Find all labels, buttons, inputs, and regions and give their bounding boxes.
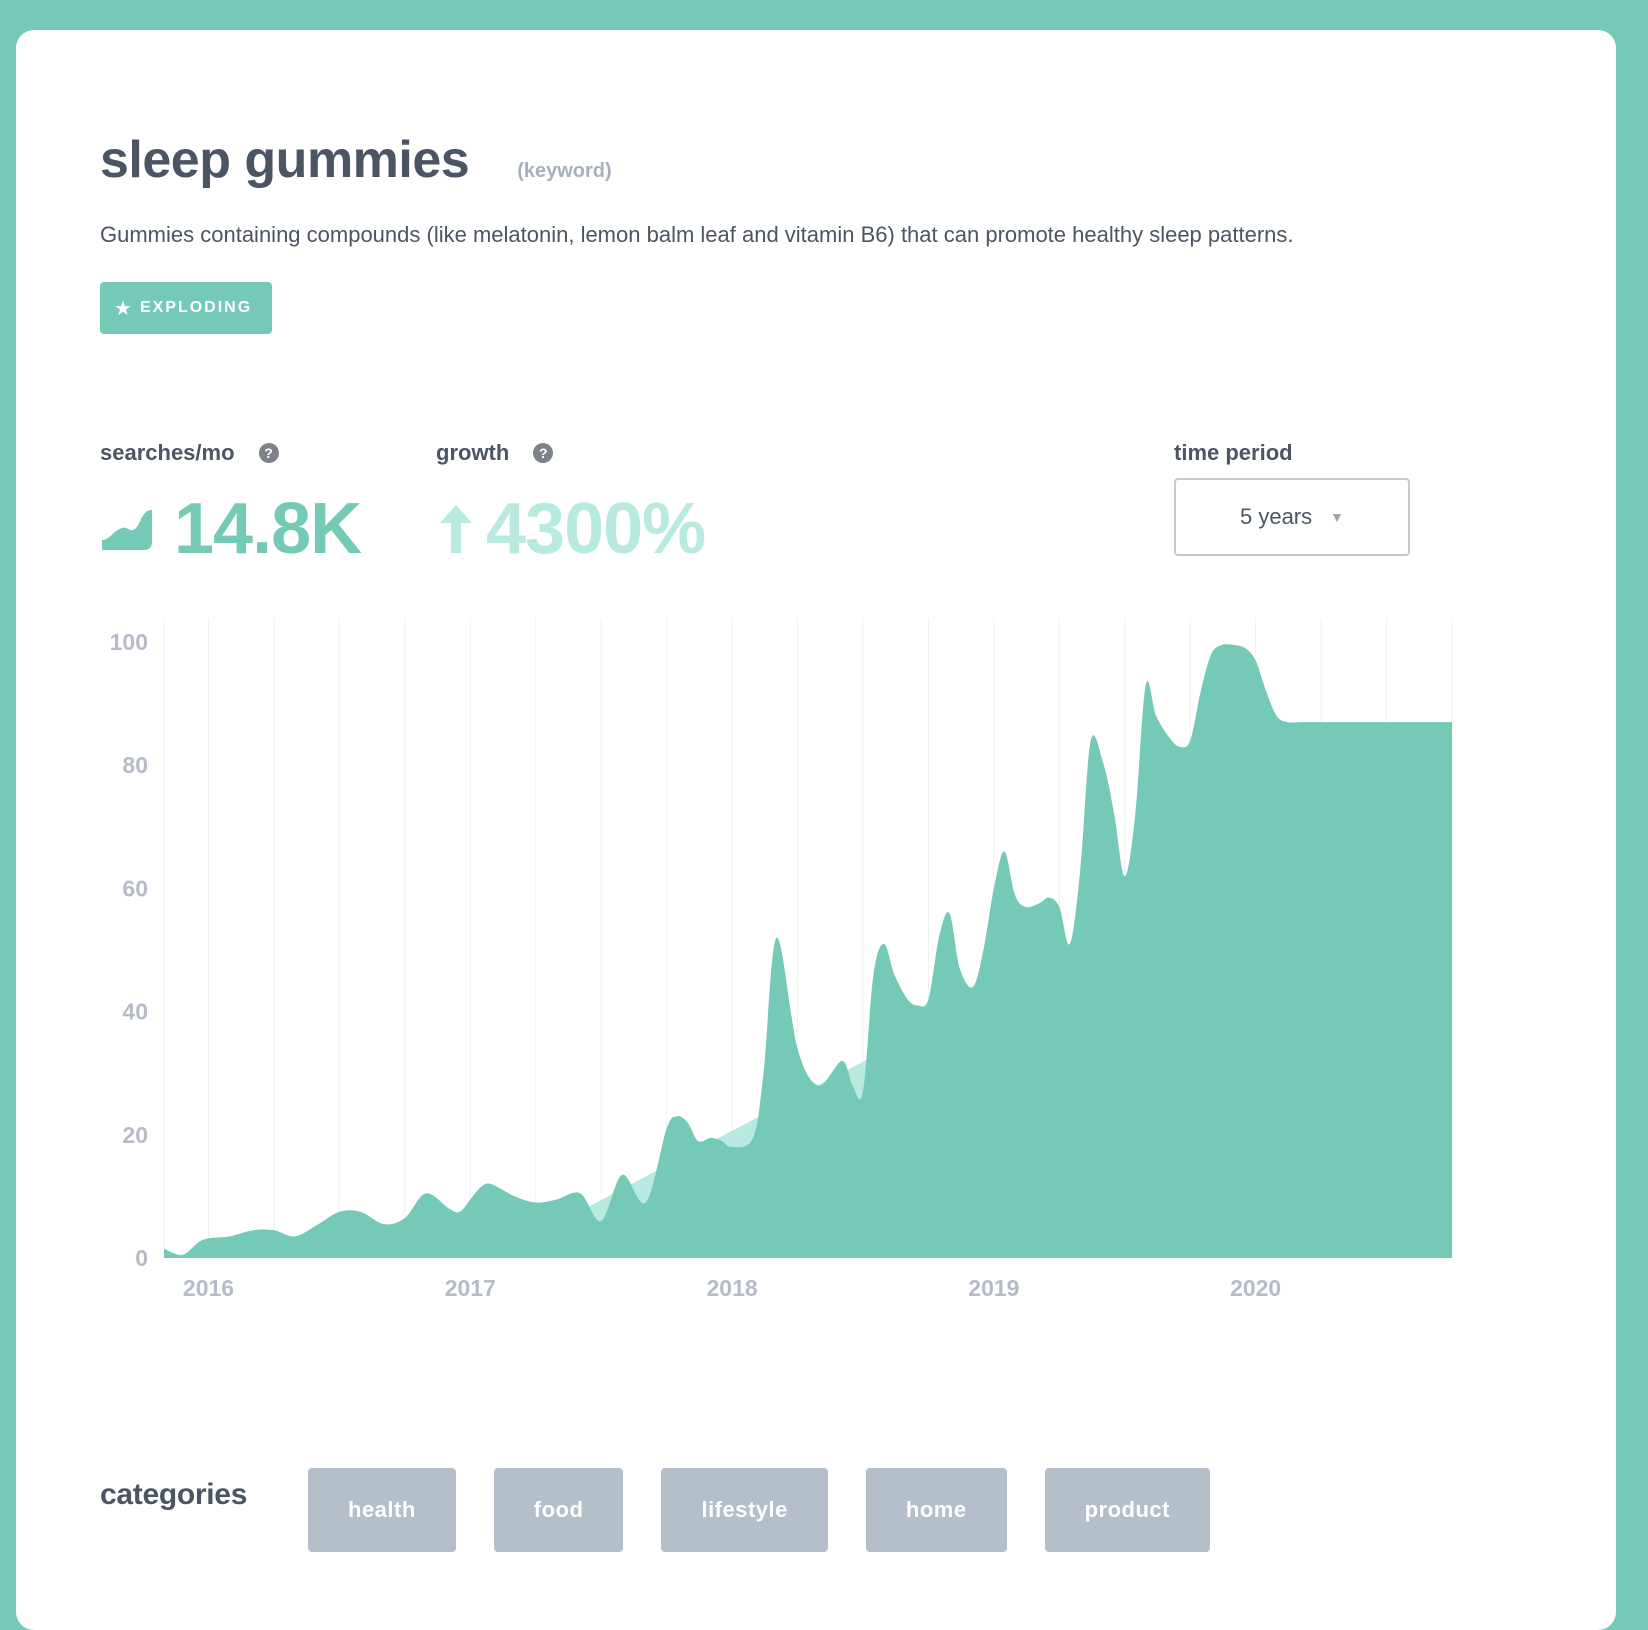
category-tag[interactable]: health [308, 1468, 456, 1552]
x-tick-label: 2017 [445, 1275, 496, 1301]
y-tick-label: 100 [110, 629, 148, 655]
category-tag[interactable]: food [493, 1468, 624, 1552]
x-tick-label: 2016 [183, 1275, 234, 1301]
trend-card: sleep gummies (keyword) Gummies containi… [16, 30, 1616, 1630]
search-volume-chart: 0 20 40 60 80 100 2016 2017 2018 2019 2020 [110, 618, 1453, 1301]
series-area [164, 644, 1452, 1258]
categories-label: categories [100, 1478, 248, 1511]
x-tick-label: 2020 [1230, 1275, 1281, 1301]
category-tag[interactable]: product [1044, 1468, 1210, 1552]
y-tick-label: 40 [122, 999, 148, 1025]
y-tick-label: 80 [122, 752, 148, 778]
y-tick-label: 20 [122, 1122, 148, 1148]
category-tags: health food lifestyle home product [308, 1468, 1210, 1552]
x-tick-label: 2018 [706, 1275, 757, 1301]
category-tag[interactable]: lifestyle [661, 1468, 828, 1552]
x-tick-label: 2019 [968, 1275, 1019, 1301]
y-tick-label: 60 [122, 875, 148, 901]
y-tick-label: 0 [135, 1245, 148, 1271]
category-tag[interactable]: home [865, 1468, 1007, 1552]
